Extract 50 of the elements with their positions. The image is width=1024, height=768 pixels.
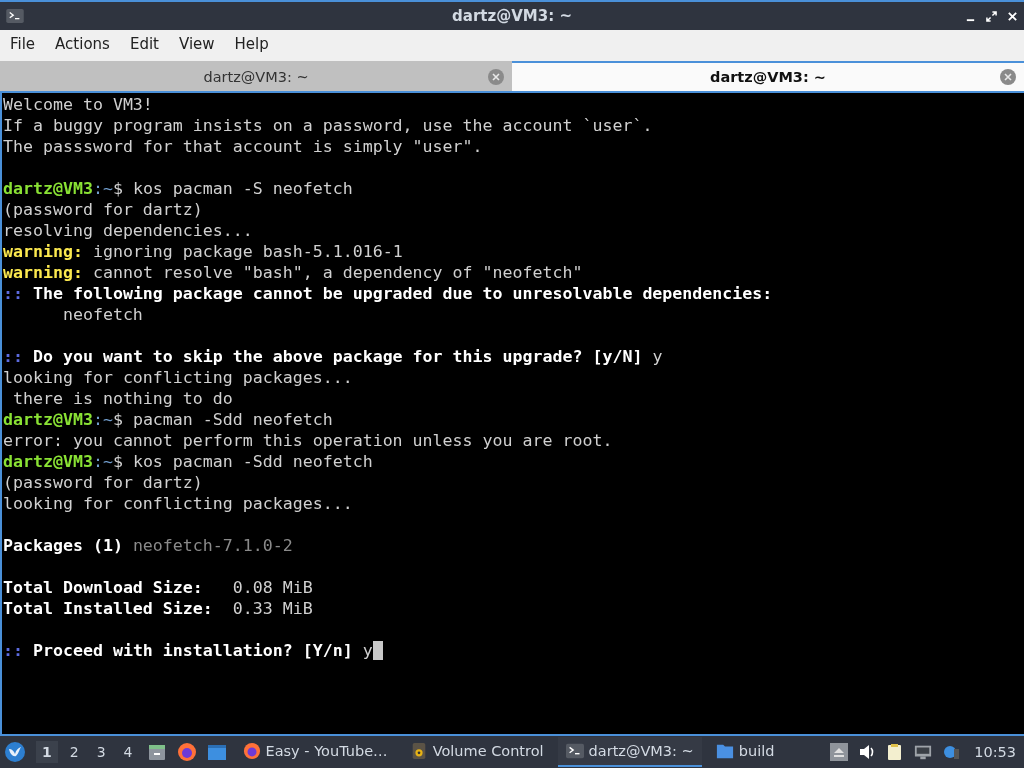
browser-icon [242,742,261,760]
terminal-line: dartz@VM3:~$ kos pacman -S neofetch [3,178,353,199]
window-title: dartz@VM3: ~ [452,7,572,25]
workspace-button[interactable]: 1 [36,741,58,763]
workspace-button[interactable]: 4 [117,741,139,763]
browser-icon[interactable] [176,742,197,762]
terminal-line: If a buggy program insists on a password, use the account `user`. [3,115,653,136]
menu-item[interactable]: View [170,34,227,53]
terminal-line: Packages (1) neofetch-7.1.0-2 [3,535,293,556]
terminal-line: dartz@VM3:~$ pacman -Sdd neofetch [3,409,333,430]
terminal-tab[interactable]: dartz@VM3: ~ [0,61,512,91]
window-icon[interactable] [206,742,227,762]
maximize-icon[interactable] [986,10,997,22]
workspace-button[interactable]: 2 [63,741,85,763]
terminal-tab[interactable]: dartz@VM3: ~ [512,61,1024,91]
terminal-icon [565,742,584,760]
clock[interactable]: 10:53 [970,744,1020,760]
terminal-line: resolving dependencies... [3,220,253,241]
terminal-line: looking for conflicting packages... [3,493,353,514]
terminal-line: neofetch [61,304,143,325]
close-icon[interactable] [1007,10,1018,22]
taskbar-item[interactable]: Easy - YouTube… [234,737,396,767]
terminal-line: The passsword for that account is simply "user". [3,136,483,157]
eject-icon[interactable] [830,743,849,761]
menu-item[interactable]: Actions [47,34,122,53]
terminal-line: Total Download Size: 0.08 MiB [3,577,313,598]
menu-item[interactable]: File [2,34,48,53]
menu-item[interactable]: Help [226,34,281,53]
file-cabinet-icon[interactable] [146,742,167,762]
terminal-line: warning: cannot resolve "bash", a dependency of "neofetch" [3,262,583,283]
network-icon[interactable] [914,743,933,761]
menu-item[interactable]: Edit [121,34,171,53]
terminal-line: (password for dartz) [3,472,203,493]
workspace-button[interactable]: 3 [90,741,112,763]
terminal-line: there is nothing to do [12,388,233,409]
taskbar-item[interactable]: dartz@VM3: ~ [557,737,702,767]
terminal-line: :: Proceed with installation? [Y/n] y [3,640,373,661]
terminal-line: Total Installed Size: 0.33 MiB [3,598,313,619]
terminal-line: (password for dartz) [3,199,203,220]
taskbar-item[interactable]: Volume Control [401,737,552,767]
terminal-line: error: you cannot perform this operation unless you are root. [3,430,613,451]
terminal-line: looking for conflicting packages... [3,367,353,388]
terminal-icon [6,9,24,23]
terminal-line: :: The following package cannot be upgraded due to unresolvable dependencies: [3,283,773,304]
folder-icon [715,742,734,760]
taskbar-item[interactable]: build [707,737,783,767]
terminal-line: :: Do you want to skip the above package for this upgrade? [y/N] y [3,346,663,367]
terminal-line: Welcome to VM3! [3,94,153,115]
terminal-line: dartz@VM3:~$ kos pacman -Sdd neofetch [3,451,373,472]
terminal-line: warning: ignoring package bash-5.1.016-1 [3,241,403,262]
